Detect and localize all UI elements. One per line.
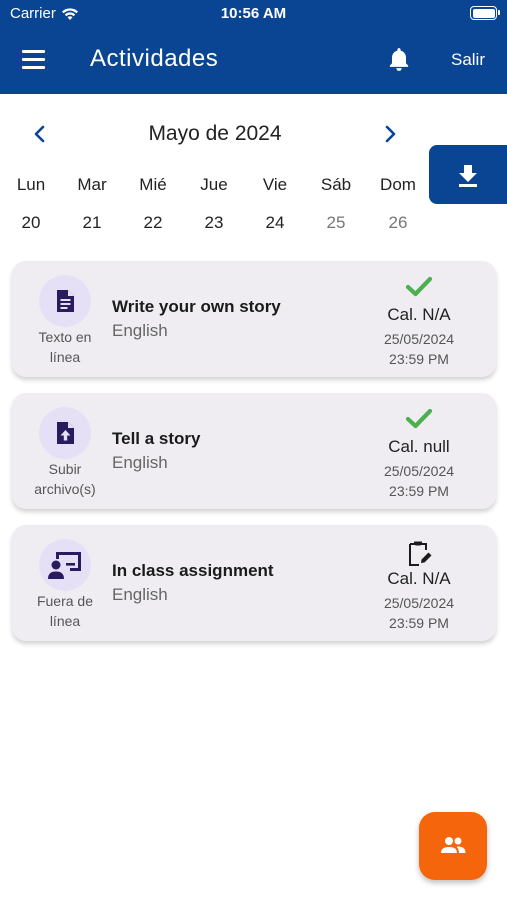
menu-icon[interactable] [22,50,48,72]
calendar-navigation: Mayo de 2024 [0,118,430,150]
calendar-month-label: Mayo de 2024 [148,122,282,145]
day-name: Mié [139,175,167,194]
clock: 10:56 AM [220,5,287,22]
day-name: Dom [380,175,416,194]
activity-due-date: 25/05/2024 [383,595,455,611]
activity-due: 25/05/2024 23:59 PM [367,593,471,633]
activity-type-label: Texto en línea [38,329,92,365]
activity-card[interactable]: Texto en línea Write your own story Engl… [12,261,496,377]
day-tuesday[interactable]: Mar 21 [62,175,122,233]
clipboard-edit-icon [377,539,461,567]
chevron-left-icon[interactable] [30,122,50,146]
day-number: 21 [82,213,102,232]
activity-due: 25/05/2024 23:59 PM [367,329,471,369]
header: Carrier 10:56 AM Actividades Salir [0,0,507,94]
day-sunday[interactable]: Dom 26 [368,175,428,233]
page-title: Actividades [90,45,219,72]
day-number: 24 [265,213,285,232]
day-friday[interactable]: Vie 24 [245,175,305,233]
activity-title: Tell a story [112,429,201,448]
day-saturday[interactable]: Sáb 25 [306,175,366,233]
day-name: Sáb [320,175,352,194]
activity-card[interactable]: Fuera de línea In class assignment Engli… [12,525,496,641]
bell-icon[interactable] [386,46,412,74]
download-button[interactable] [429,145,507,204]
day-number: 20 [21,213,41,232]
chevron-right-icon[interactable] [380,122,400,146]
day-monday[interactable]: Lun 20 [1,175,61,233]
group-fab-button[interactable] [419,812,487,880]
document-icon [39,275,91,327]
activity-card[interactable]: Subir archivo(s) Tell a story English Ca… [12,393,496,509]
battery-icon [470,6,500,20]
day-thursday[interactable]: Jue 23 [184,175,244,233]
check-icon [377,275,461,303]
day-number: 23 [204,213,224,232]
day-number: 22 [143,213,163,232]
activity-grade: Cal. N/A [387,569,451,588]
file-upload-icon [39,407,91,459]
activity-due-time: 23:59 PM [389,483,449,499]
day-number: 25 [326,213,346,232]
activity-type-label: Subir archivo(s) [34,461,96,497]
logout-button[interactable]: Salir [451,50,485,70]
day-name: Vie [262,175,288,194]
status-bar: Carrier 10:56 AM [0,0,507,30]
activity-due-time: 23:59 PM [389,615,449,631]
activity-grade: Cal. null [388,437,450,456]
activity-title: Write your own story [112,297,281,316]
activity-due-date: 25/05/2024 [383,331,455,347]
activity-subject: English [112,585,168,604]
activity-grade: Cal. N/A [387,305,451,324]
activity-type-label: Fuera de línea [36,593,94,629]
group-icon [441,837,466,853]
activity-due-date: 25/05/2024 [383,463,455,479]
day-name: Jue [200,175,228,194]
app-bar: Actividades Salir [0,30,507,94]
download-icon [459,164,477,187]
check-icon [377,407,461,435]
activity-subject: English [112,321,168,340]
presentation-icon [39,539,91,591]
day-wednesday[interactable]: Mié 22 [123,175,183,233]
day-name: Mar [77,175,107,194]
activity-title: In class assignment [112,561,274,580]
activity-due: 25/05/2024 23:59 PM [367,461,471,501]
day-name: Lun [16,175,46,194]
day-number: 26 [388,213,408,232]
activity-subject: English [112,453,168,472]
activity-due-time: 23:59 PM [389,351,449,367]
